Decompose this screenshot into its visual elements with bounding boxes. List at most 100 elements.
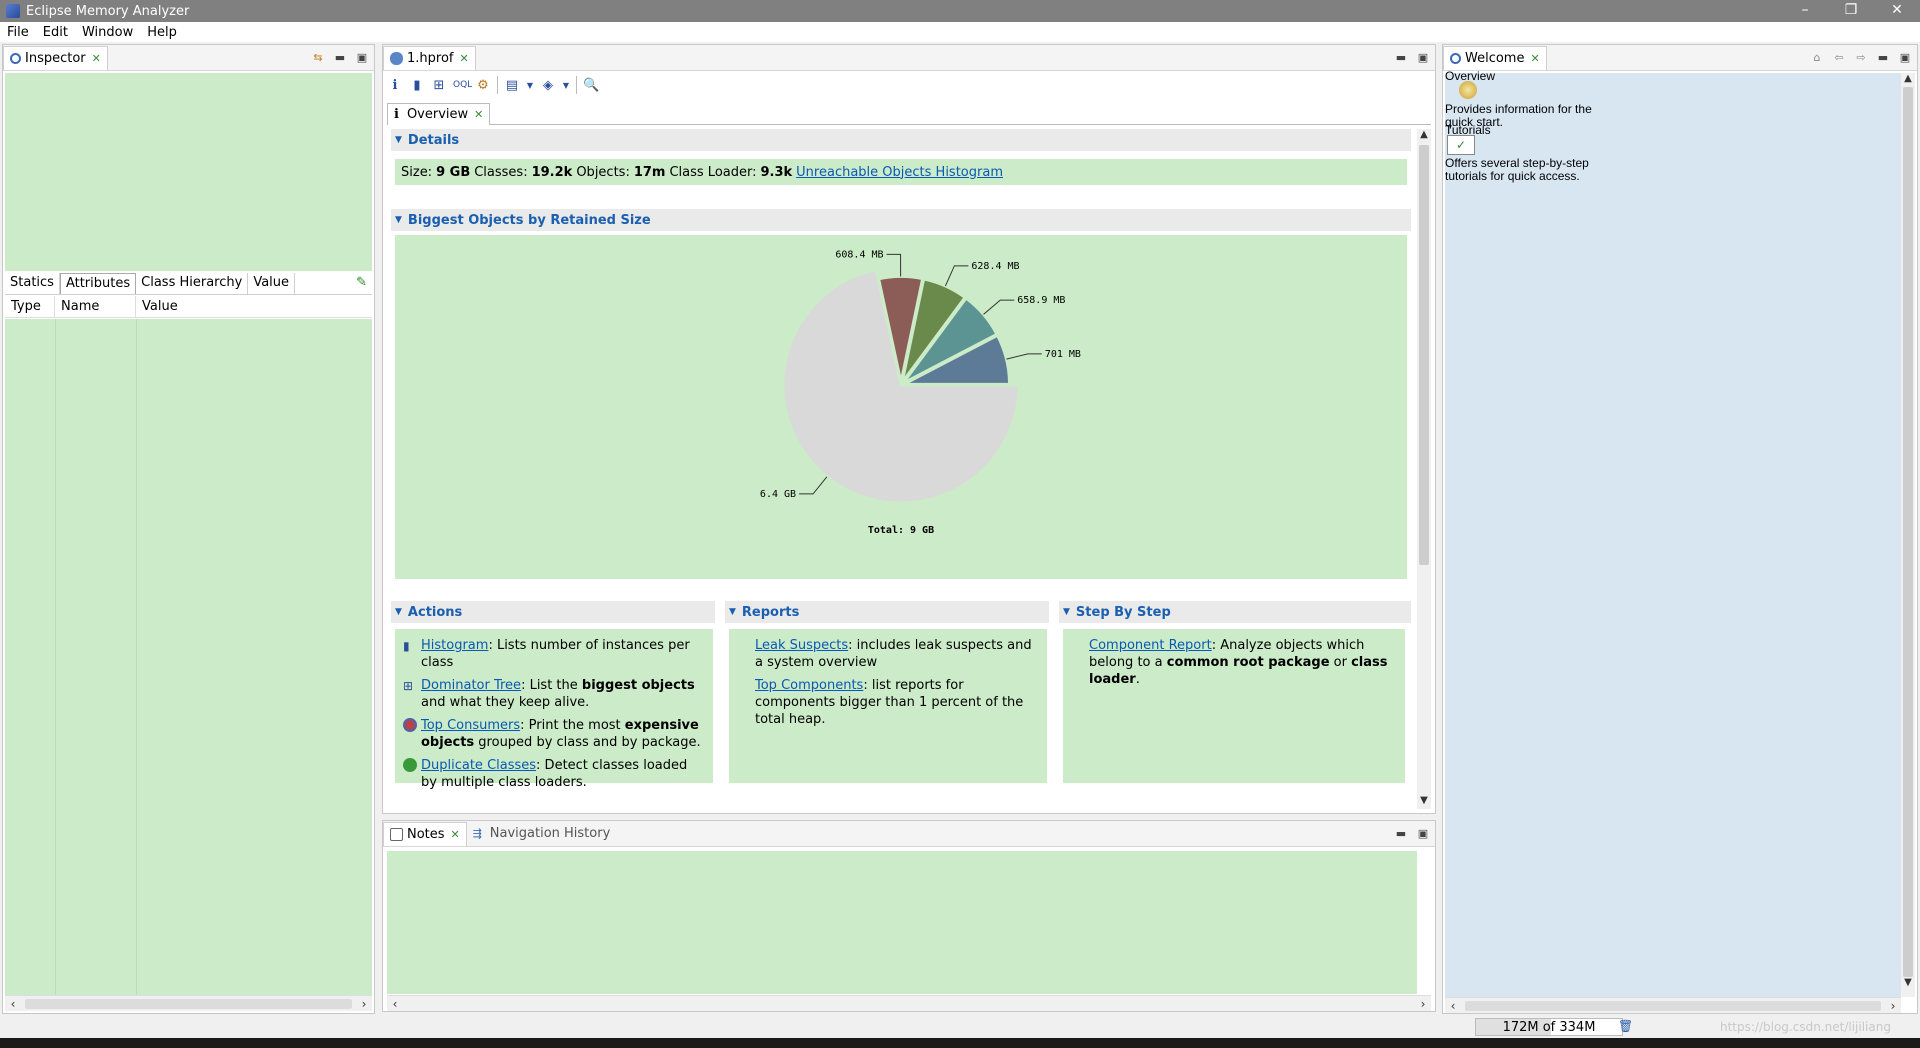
garbage-collect-icon[interactable]: 🗑 (1618, 1019, 1633, 1034)
top-components-link[interactable]: Top Components (755, 678, 863, 693)
oql-icon[interactable]: OQL (453, 80, 472, 90)
info-icon[interactable]: i (387, 78, 403, 93)
back-icon[interactable]: ⇦ (1833, 51, 1845, 64)
collapse-icon: ▼ (1063, 607, 1070, 617)
info-icon: i (394, 107, 399, 122)
menu-file[interactable]: File (0, 25, 36, 40)
minimize-panel-icon[interactable]: ▬ (1395, 51, 1407, 64)
maximize-panel-icon[interactable]: ▣ (1417, 51, 1429, 64)
column-type[interactable]: Type (5, 296, 55, 317)
vertical-scrollbar[interactable]: ▲ ▼ (1417, 129, 1431, 809)
objects-label: Objects: (576, 164, 630, 180)
restore-icon[interactable]: ❐ (1828, 0, 1874, 22)
search-icon[interactable]: 🔍 (583, 78, 599, 93)
overview-icon[interactable] (1459, 81, 1477, 99)
report-top-components: Top Components: list reports for compone… (755, 677, 1039, 728)
close-tab-icon[interactable]: ✕ (474, 108, 483, 121)
maximize-panel-icon[interactable]: ▣ (1417, 827, 1429, 840)
histogram-icon[interactable]: ▮ (409, 78, 425, 93)
attributes-table (5, 319, 372, 999)
scroll-thumb[interactable] (1903, 87, 1913, 977)
biggest-objects-header[interactable]: ▼ Biggest Objects by Retained Size (391, 209, 1411, 231)
tutorials-icon[interactable]: ✓ (1447, 135, 1475, 155)
scroll-up-icon[interactable]: ▲ (1904, 73, 1912, 87)
column-value[interactable]: Value (136, 296, 372, 317)
scroll-down-icon[interactable]: ▼ (1420, 795, 1428, 809)
tab-notes[interactable]: Notes ✕ (383, 821, 467, 846)
home-icon[interactable]: ⌂ (1811, 51, 1823, 64)
duplicate-classes-link[interactable]: Duplicate Classes (421, 758, 536, 773)
scroll-left-icon[interactable]: ‹ (5, 997, 21, 1011)
classes-label: Classes: (474, 164, 528, 180)
consumers-desc-2: grouped by class and by package. (474, 735, 701, 750)
tab-navigation-history[interactable]: ⇶ Navigation History (467, 822, 617, 846)
close-icon[interactable]: ✕ (1874, 0, 1920, 22)
step-by-step-header[interactable]: ▼ Step By Step (1059, 601, 1411, 623)
scroll-left-icon[interactable]: ‹ (387, 997, 403, 1011)
heap-status[interactable]: 172M of 334M (1475, 1018, 1623, 1036)
tutorials-desc: Offers several step-by-step tutorials fo… (1445, 156, 1589, 183)
actions-header[interactable]: ▼ Actions (391, 601, 715, 623)
menu-help[interactable]: Help (140, 25, 184, 40)
taskbar (0, 1038, 1920, 1048)
notes-textarea[interactable] (387, 851, 1417, 994)
heap-dump-icon (390, 51, 403, 65)
close-tab-icon[interactable]: ✕ (92, 52, 101, 65)
component-report-link[interactable]: Component Report (1089, 638, 1212, 653)
scroll-right-icon[interactable]: › (356, 997, 372, 1011)
pin-icon[interactable]: ✎ (351, 273, 372, 294)
reports-header[interactable]: ▼ Reports (725, 601, 1049, 623)
pie-chart: 701 MB 658.9 MB 628.4 MB 608.4 MB 6.4 GB Tota… (760, 249, 1081, 536)
minimize-panel-icon[interactable]: ▬ (334, 51, 346, 64)
tab-class-hierarchy[interactable]: Class Hierarchy (136, 273, 249, 294)
scroll-thumb[interactable] (1419, 145, 1429, 565)
horizontal-scrollbar[interactable]: ‹ › (5, 995, 372, 1011)
histogram-link[interactable]: Histogram (421, 638, 488, 653)
close-tab-icon[interactable]: ✕ (459, 52, 468, 65)
tab-hprof[interactable]: 1.hprof ✕ (383, 45, 476, 70)
dominator-tree-link[interactable]: Dominator Tree (421, 678, 521, 693)
scroll-right-icon[interactable]: › (1415, 997, 1431, 1011)
query-browser-icon[interactable]: ◈ (540, 78, 556, 93)
tab-overview[interactable]: i Overview ✕ (387, 103, 491, 125)
menu-edit[interactable]: Edit (36, 25, 75, 40)
maximize-panel-icon[interactable]: ▣ (1899, 51, 1911, 64)
tab-inspector[interactable]: Inspector ✕ (3, 45, 108, 70)
link-icon[interactable]: ⇆ (312, 51, 324, 64)
scroll-up-icon[interactable]: ▲ (1420, 129, 1428, 143)
horizontal-scrollbar[interactable]: ‹ › (387, 995, 1431, 1011)
scroll-left-icon[interactable]: ‹ (1445, 999, 1461, 1013)
top-consumers-link[interactable]: Top Consumers (421, 718, 520, 733)
horizontal-scrollbar[interactable]: ‹ › (1445, 997, 1901, 1013)
maximize-panel-icon[interactable]: ▣ (356, 51, 368, 64)
unreachable-objects-link[interactable]: Unreachable Objects Histogram (796, 165, 1003, 180)
menu-window[interactable]: Window (75, 25, 140, 40)
dropdown-arrow-icon[interactable]: ▼ (526, 81, 534, 90)
details-header[interactable]: ▼ Details (391, 129, 1411, 151)
forward-icon[interactable]: ⇨ (1855, 51, 1867, 64)
minimize-icon[interactable]: – (1782, 0, 1828, 22)
close-tab-icon[interactable]: ✕ (1530, 52, 1539, 65)
tab-value[interactable]: Value (248, 273, 296, 294)
component-desc-end: . (1135, 672, 1140, 687)
thread-icon[interactable]: ⚙ (475, 78, 491, 93)
vertical-scrollbar[interactable]: ▲ ▼ (1901, 73, 1915, 997)
tab-attributes[interactable]: Attributes (59, 273, 137, 294)
pie-slice-label: 658.9 MB (1017, 295, 1065, 306)
tab-statics[interactable]: Statics (5, 273, 60, 294)
tab-welcome[interactable]: Welcome ✕ (1443, 45, 1547, 70)
actions-card: ▮ Histogram: Lists number of instances p… (395, 629, 713, 790)
scroll-down-icon[interactable]: ▼ (1904, 977, 1912, 991)
minimize-panel-icon[interactable]: ▬ (1877, 51, 1889, 64)
dropdown-arrow-icon[interactable]: ▼ (562, 81, 570, 90)
minimize-panel-icon[interactable]: ▬ (1395, 827, 1407, 840)
leak-suspects-link[interactable]: Leak Suspects (755, 638, 848, 653)
reports-card: Leak Suspects: includes leak suspects an… (729, 629, 1047, 783)
column-name[interactable]: Name (55, 296, 136, 317)
dominator-tree-icon[interactable]: ⊞ (431, 78, 447, 93)
magnifier-icon (10, 52, 21, 64)
close-tab-icon[interactable]: ✕ (451, 828, 460, 841)
run-report-icon[interactable]: ▤ (504, 78, 520, 93)
notes-icon (390, 827, 403, 841)
scroll-right-icon[interactable]: › (1885, 999, 1901, 1013)
